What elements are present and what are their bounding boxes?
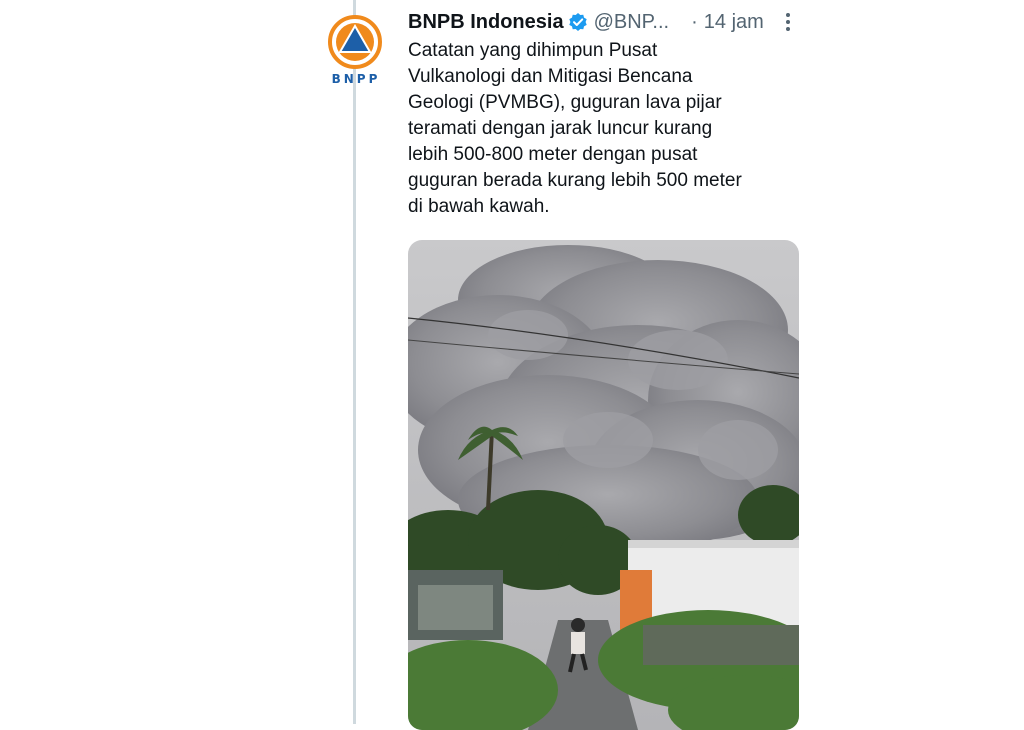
separator-dot: · [691,10,698,33]
volcano-ash-photo [408,240,799,730]
timestamp[interactable]: 14 jam [704,11,764,34]
avatar-logo-text: BNPP [331,72,381,86]
tweet-media-photo[interactable] [408,240,799,730]
user-handle[interactable]: @BNP... [594,11,670,34]
more-options-icon[interactable] [778,10,798,34]
display-name[interactable]: BNPB Indonesia [408,11,564,34]
tweet-text: Catatan yang dihimpun Pusat Vulkanologi … [408,40,742,217]
thread-line [353,0,356,724]
tweet-header: BNPB Indonesia @BNP... · 14 jam [408,8,808,36]
verified-badge-icon [568,12,588,32]
bnpb-logo-icon [328,15,382,69]
